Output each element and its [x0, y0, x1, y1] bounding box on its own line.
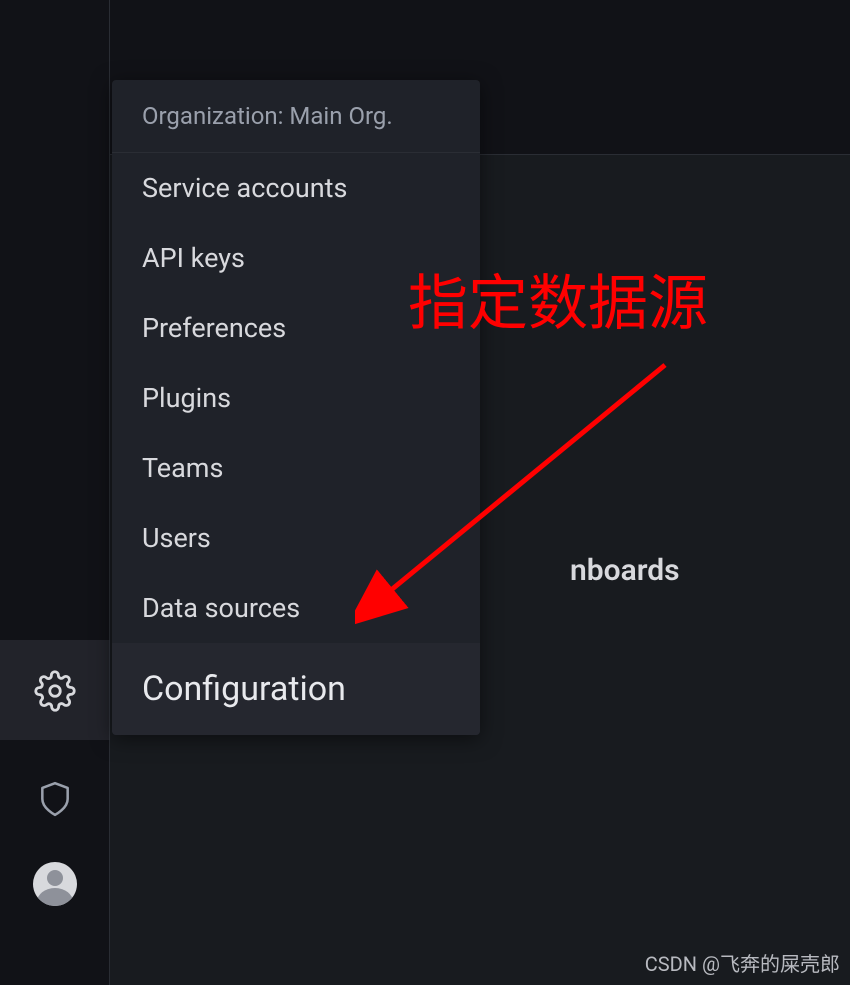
submenu-footer[interactable]: Configuration — [112, 643, 480, 735]
nav-rail — [0, 0, 110, 985]
shield-icon[interactable] — [36, 780, 74, 818]
submenu-item-label: Users — [142, 522, 211, 554]
submenu-item-label: Plugins — [142, 382, 231, 414]
submenu-item-plugins[interactable]: Plugins — [112, 363, 480, 433]
submenu-item-label: Service accounts — [142, 172, 347, 204]
configuration-submenu: Organization: Main Org. Service accounts… — [112, 80, 480, 735]
submenu-item-label: Data sources — [142, 592, 300, 624]
submenu-item-label: Preferences — [142, 312, 286, 344]
submenu-item-label: API keys — [142, 242, 245, 274]
annotation-label: 指定数据源 — [408, 255, 708, 342]
submenu-item-users[interactable]: Users — [112, 503, 480, 573]
submenu-item-teams[interactable]: Teams — [112, 433, 480, 503]
watermark: CSDN @飞奔的屎壳郎 — [645, 948, 840, 977]
submenu-item-label: Teams — [142, 452, 223, 484]
background-text: nboards — [570, 553, 680, 588]
avatar[interactable] — [33, 862, 77, 906]
gear-icon[interactable] — [34, 670, 76, 712]
submenu-header: Organization: Main Org. — [112, 80, 480, 153]
submenu-item-data-sources[interactable]: Data sources — [112, 573, 480, 643]
submenu-item-service-accounts[interactable]: Service accounts — [112, 153, 480, 223]
